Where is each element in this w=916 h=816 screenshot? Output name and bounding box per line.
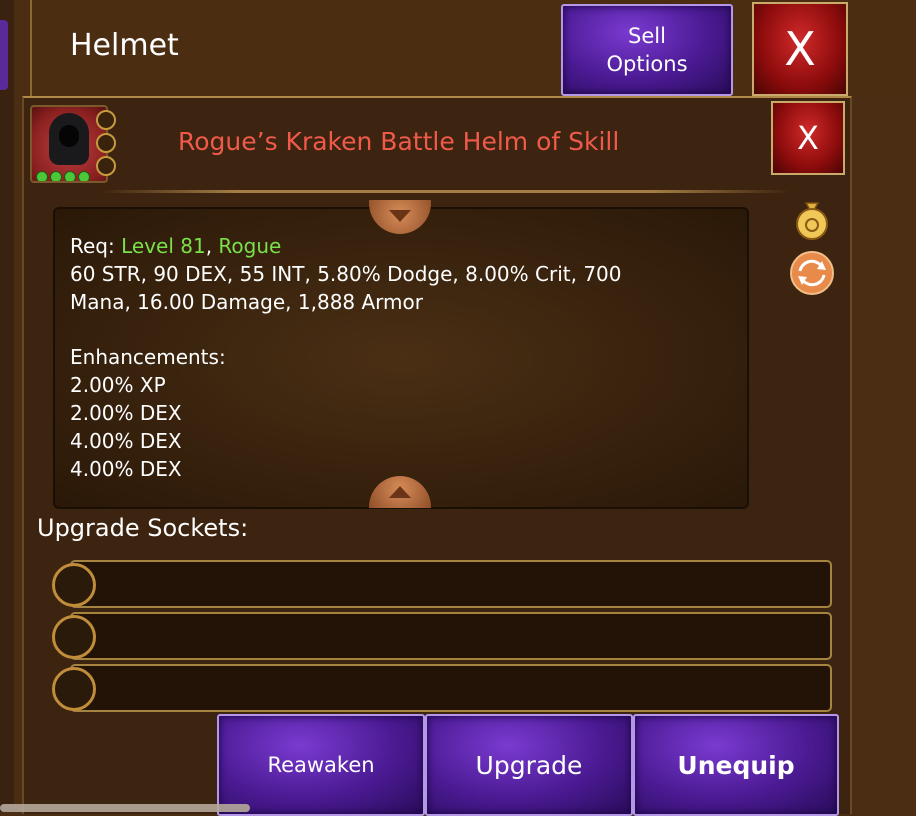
upgrade-socket-slot[interactable] xyxy=(70,560,832,608)
requirement-line: Req: Level 81, Rogue xyxy=(70,232,730,260)
chevron-down-icon xyxy=(389,210,411,222)
req-level: Level 81 xyxy=(121,234,206,258)
gold-bag-icon[interactable] xyxy=(793,197,831,241)
close-button[interactable]: X xyxy=(752,2,848,96)
star-gem-icon xyxy=(64,171,76,181)
socket-ring-icon xyxy=(52,563,96,607)
upgrade-socket-slot[interactable] xyxy=(70,612,832,660)
item-name: Rogue’s Kraken Battle Helm of Skill xyxy=(178,127,620,156)
upgrade-button[interactable]: Upgrade xyxy=(425,714,633,816)
socket-ring-icon xyxy=(96,156,116,176)
upgrade-socket-slot[interactable] xyxy=(70,664,832,712)
sell-options-button[interactable]: Sell Options xyxy=(561,4,733,96)
hood-shadow xyxy=(59,125,79,147)
scroll-down-button[interactable] xyxy=(369,476,431,508)
star-gem-icon xyxy=(50,171,62,181)
horizontal-scrollbar[interactable] xyxy=(0,804,250,812)
upgrade-sockets-label: Upgrade Sockets: xyxy=(37,514,249,542)
stats-text: Req: Level 81, Rogue 60 STR, 90 DEX, 55 … xyxy=(70,232,730,483)
req-class: Rogue xyxy=(218,234,282,258)
enhancement-item: 2.00% XP xyxy=(70,373,166,397)
reawaken-button[interactable]: Reawaken xyxy=(217,714,425,816)
star-gem-icon xyxy=(36,171,48,181)
enhancement-item: 2.00% DEX xyxy=(70,401,182,425)
left-edge-panel xyxy=(0,0,14,812)
req-prefix: Req: xyxy=(70,234,122,258)
item-close-button[interactable]: X xyxy=(771,101,845,175)
socket-ring-icon xyxy=(52,667,96,711)
left-edge-tab[interactable] xyxy=(0,20,8,90)
stats-line: 60 STR, 90 DEX, 55 INT, 5.80% Dodge, 8.0… xyxy=(70,262,622,286)
socket-ring-icon xyxy=(96,110,116,130)
star-gem-icon xyxy=(78,171,90,181)
stats-line: Mana, 16.00 Damage, 1,888 Armor xyxy=(70,290,423,314)
unequip-button[interactable]: Unequip xyxy=(633,714,839,816)
req-separator: , xyxy=(205,234,219,258)
chevron-up-icon xyxy=(389,486,411,498)
divider xyxy=(100,190,790,193)
transmute-icon[interactable] xyxy=(789,250,835,296)
enhancements-title: Enhancements: xyxy=(70,345,226,369)
page-title: Helmet xyxy=(70,28,179,63)
scroll-up-button[interactable] xyxy=(369,200,431,234)
socket-ring-icon xyxy=(52,615,96,659)
socket-ring-icon xyxy=(96,133,116,153)
enhancement-item: 4.00% DEX xyxy=(70,429,182,453)
